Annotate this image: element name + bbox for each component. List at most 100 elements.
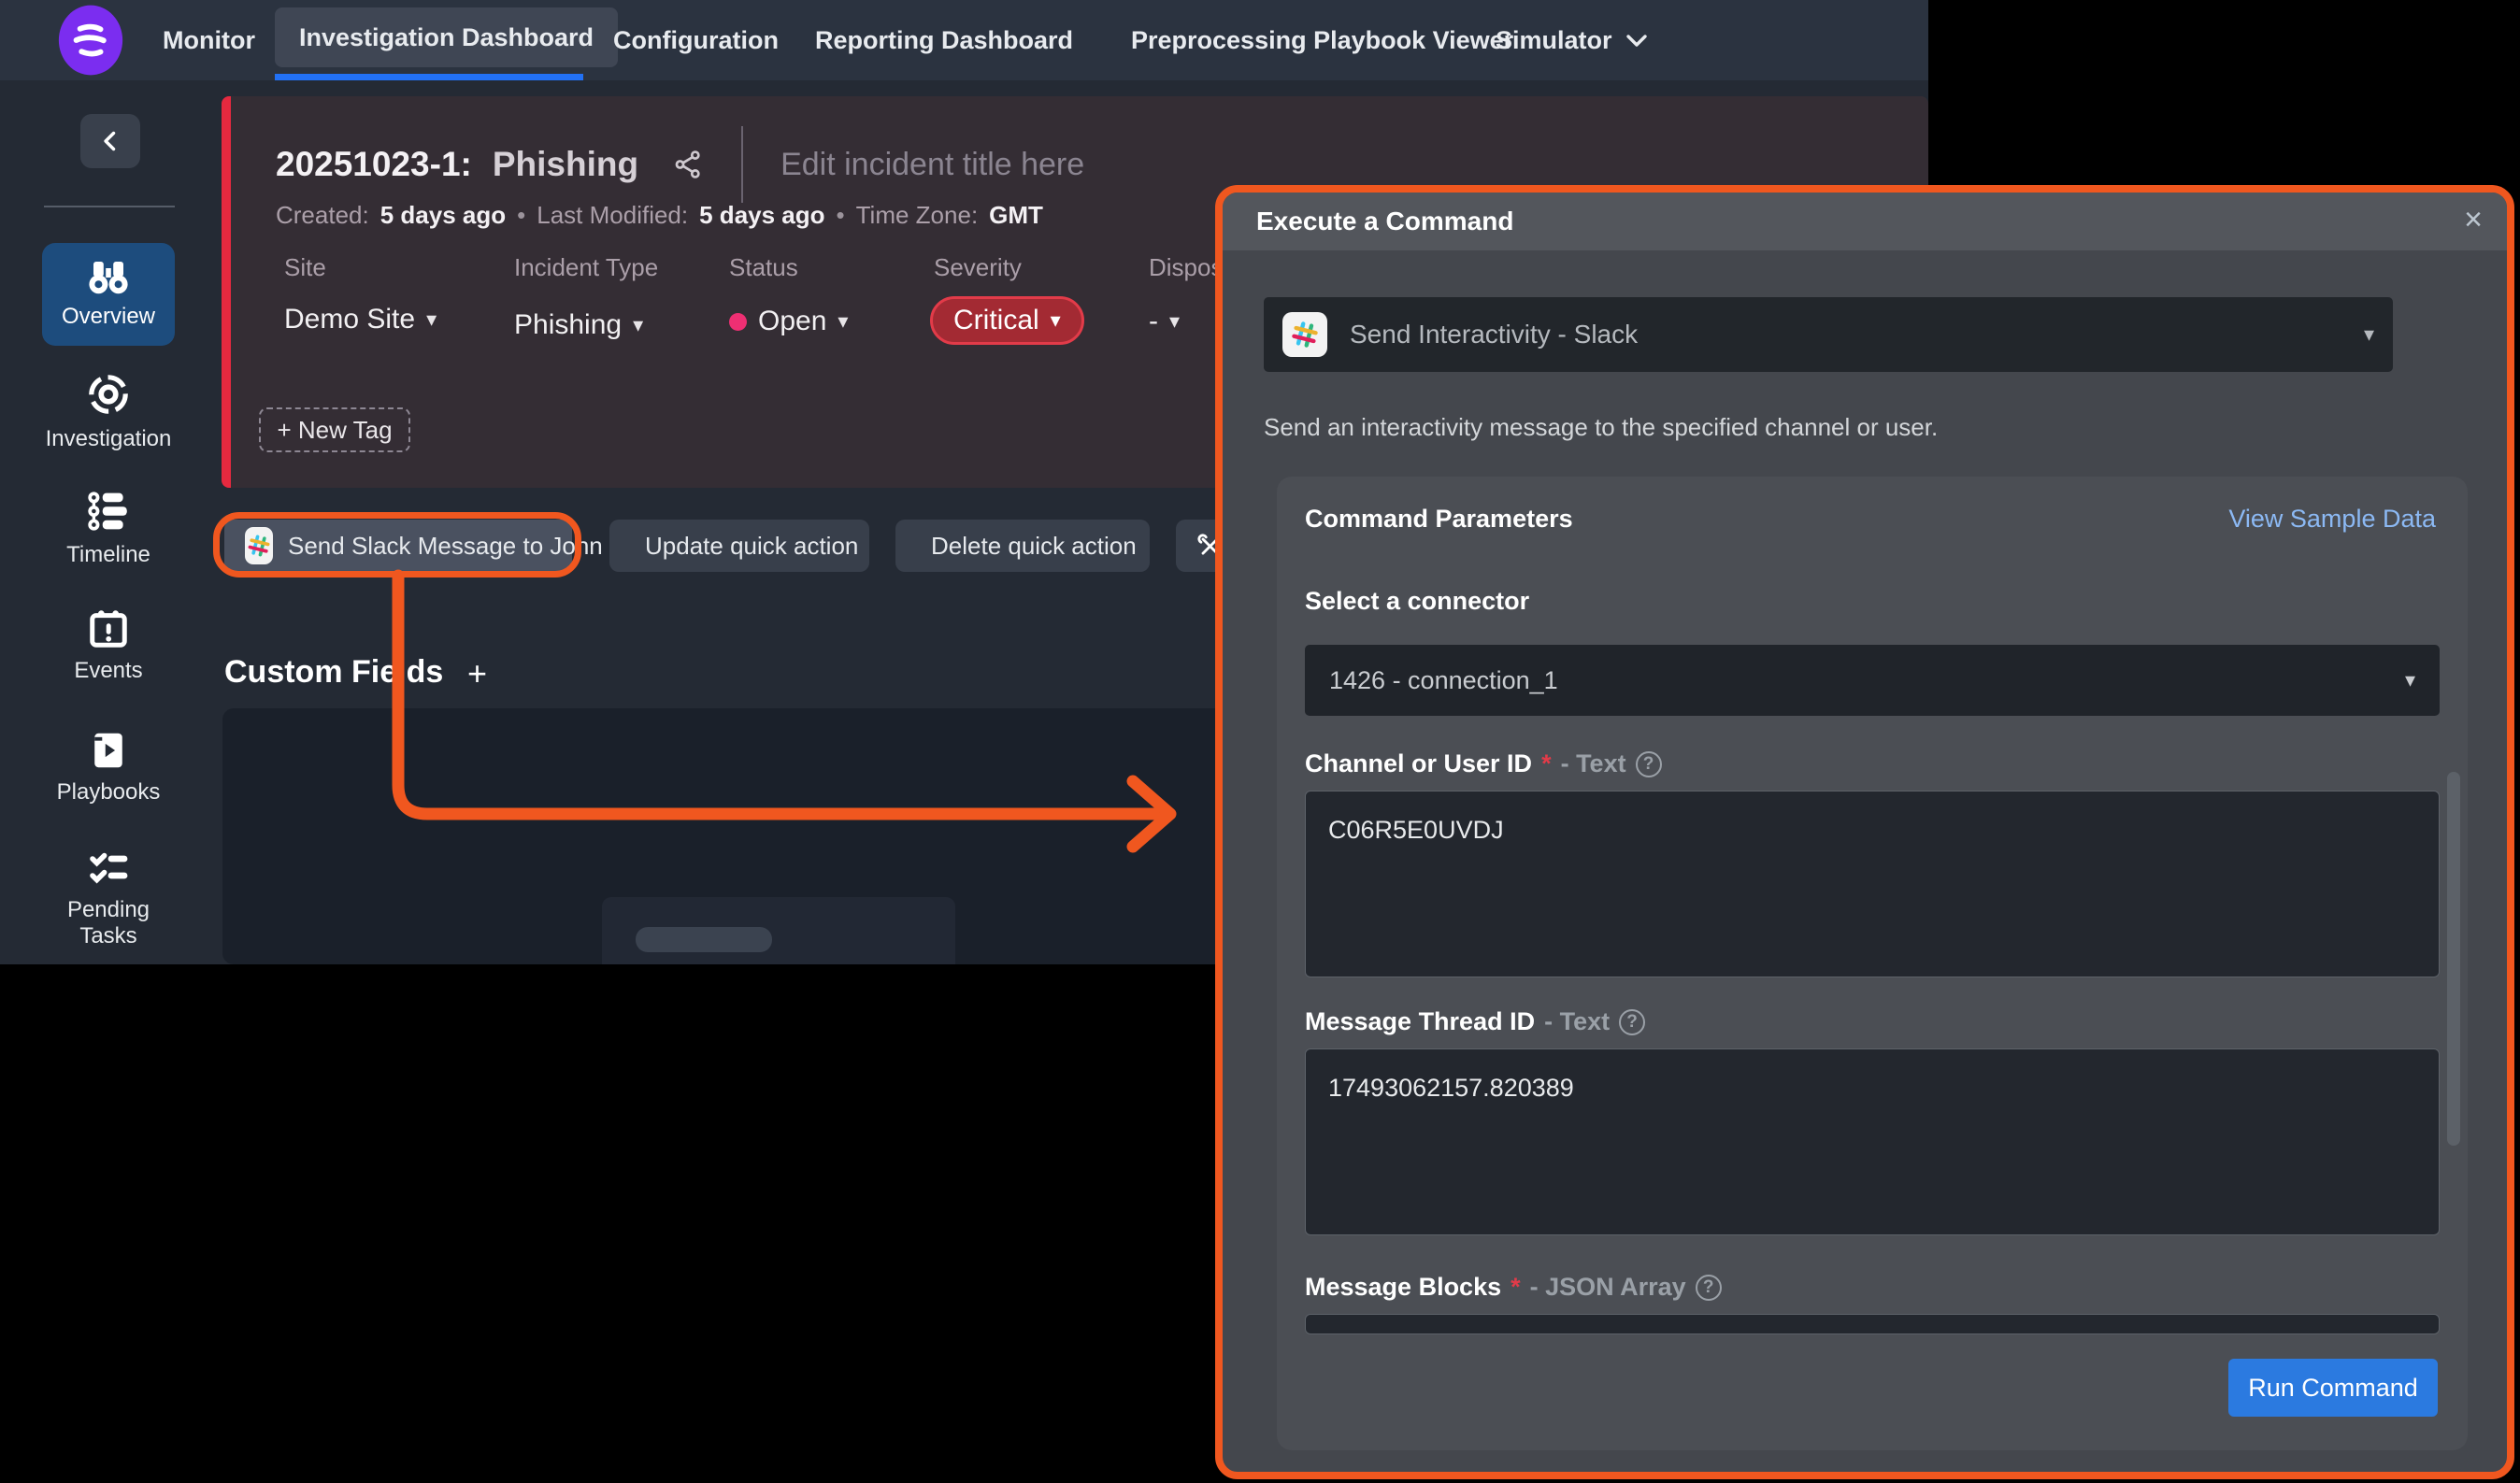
new-tag-button[interactable]: + New Tag: [259, 407, 410, 452]
incident-type-title: Phishing: [493, 145, 638, 184]
created-value: 5 days ago: [380, 201, 506, 230]
bullet-separator: •: [837, 201, 845, 230]
sidebar-item-label: Playbooks: [57, 779, 161, 806]
channel-or-user-id-input[interactable]: C06R5E0UVDJ: [1305, 791, 2440, 977]
app-logo-icon[interactable]: [54, 3, 127, 78]
tab-simulator[interactable]: Simulator: [1496, 0, 1648, 80]
sidebar-divider: [44, 206, 175, 207]
sidebar-item-label: Pending Tasks: [42, 897, 175, 948]
run-command-button[interactable]: Run Command: [2228, 1359, 2438, 1417]
chevron-left-icon: [94, 125, 126, 157]
timeline-icon: [85, 488, 132, 535]
tab-monitor[interactable]: Monitor: [163, 0, 255, 80]
skeleton-pill: [636, 927, 772, 952]
command-select-value: Send Interactivity - Slack: [1350, 320, 2341, 349]
add-custom-field-icon[interactable]: +: [467, 654, 487, 693]
status-open-dot: [729, 313, 747, 331]
incident-type-label: Incident Type: [514, 253, 658, 282]
field-name: Message Thread ID: [1305, 1007, 1535, 1036]
tab-preprocessing-playbook-viewer[interactable]: Preprocessing Playbook Viewer: [1131, 0, 1513, 80]
checklist-icon: [86, 848, 131, 890]
view-sample-data-link[interactable]: View Sample Data: [2228, 505, 2436, 534]
severity-label: Severity: [934, 253, 1022, 282]
help-icon[interactable]: ?: [1636, 751, 1662, 777]
status-label: Status: [729, 253, 798, 282]
quick-action-delete[interactable]: Delete quick action: [895, 520, 1150, 572]
disposition-select[interactable]: - ▾: [1149, 306, 1180, 337]
timezone-label: Time Zone:: [856, 201, 979, 230]
sidebar-item-label: Timeline: [66, 542, 150, 568]
command-select[interactable]: Send Interactivity - Slack ▾: [1264, 297, 2393, 372]
sidebar-item-playbooks[interactable]: Playbooks: [42, 729, 175, 806]
sidebar-item-timeline[interactable]: Timeline: [42, 488, 175, 568]
screenshot-stage: Monitor Investigation Dashboard Configur…: [0, 0, 2520, 1483]
sidebar-collapse-button[interactable]: [80, 114, 140, 168]
modal-header: Execute a Command: [1223, 193, 2507, 250]
sidebar-item-pending-tasks[interactable]: Pending Tasks: [42, 848, 175, 948]
top-nav: Monitor Investigation Dashboard Configur…: [0, 0, 1928, 80]
sidebar-item-label: Investigation: [46, 426, 172, 452]
modal-title: Execute a Command: [1256, 207, 1513, 236]
caret-down-icon: ▾: [2364, 322, 2374, 347]
message-blocks-input[interactable]: [1305, 1314, 2440, 1334]
incident-type-value: Phishing: [514, 309, 622, 341]
incident-title-input[interactable]: [780, 147, 1210, 183]
skeleton-placeholder: [602, 897, 955, 964]
sidebar-item-label: Events: [74, 658, 142, 684]
command-parameters-card: Command Parameters View Sample Data Sele…: [1277, 477, 2468, 1450]
connector-select[interactable]: 1426 - connection_1 ▾: [1305, 645, 2440, 716]
site-select[interactable]: Demo Site ▾: [284, 304, 437, 335]
field-name: Channel or User ID: [1305, 749, 1532, 778]
quick-action-label: Delete quick action: [931, 532, 1137, 561]
command-description: Send an interactivity message to the spe…: [1264, 413, 1938, 442]
custom-fields-title: Custom Fields: [224, 654, 443, 691]
target-icon: [84, 370, 133, 419]
slack-icon: [1282, 312, 1327, 357]
caret-down-icon: ▾: [633, 313, 643, 337]
site-value: Demo Site: [284, 304, 415, 335]
scrollbar-thumb[interactable]: [2447, 772, 2460, 1146]
share-icon[interactable]: [672, 149, 704, 180]
severity-critical-badge: Critical ▾: [930, 296, 1084, 345]
required-asterisk: *: [1511, 1273, 1521, 1302]
created-label: Created:: [276, 201, 369, 230]
caret-down-icon: ▾: [1051, 308, 1061, 333]
connector-label: Select a connector: [1305, 587, 1529, 616]
playbook-icon: [87, 729, 130, 772]
help-icon[interactable]: ?: [1619, 1009, 1645, 1035]
caret-down-icon: ▾: [426, 307, 437, 332]
close-icon[interactable]: ×: [2464, 204, 2483, 235]
incident-type-select[interactable]: Phishing ▾: [514, 309, 643, 341]
severity-value: Critical: [953, 305, 1039, 336]
quick-action-label: Update quick action: [645, 532, 858, 561]
tab-investigation-dashboard[interactable]: Investigation Dashboard: [275, 7, 618, 67]
sidebar-item-overview[interactable]: Overview: [42, 243, 175, 346]
slack-icon: [245, 527, 273, 564]
quick-action-label: Send Slack Message to John: [288, 532, 603, 561]
status-select[interactable]: Open ▾: [729, 306, 848, 337]
field-type: - Text: [1561, 749, 1626, 778]
severity-select[interactable]: Critical ▾: [930, 296, 1084, 345]
tab-configuration[interactable]: Configuration: [613, 0, 779, 80]
field-name: Message Blocks: [1305, 1273, 1501, 1302]
status-value: Open: [758, 306, 826, 337]
calendar-alert-icon: [87, 607, 130, 650]
help-icon[interactable]: ?: [1696, 1275, 1722, 1301]
sidebar-item-events[interactable]: Events: [42, 607, 175, 684]
quick-action-update[interactable]: Update quick action: [609, 520, 869, 572]
connector-value: 1426 - connection_1: [1329, 666, 2405, 695]
parameters-title: Command Parameters: [1305, 505, 1573, 534]
bullet-separator: •: [517, 201, 525, 230]
caret-down-icon: ▾: [2405, 668, 2415, 692]
message-thread-id-input[interactable]: 17493062157.820389: [1305, 1048, 2440, 1235]
disposition-value: -: [1149, 306, 1158, 337]
sidebar-item-investigation[interactable]: Investigation: [42, 370, 175, 452]
field-type: - Text: [1544, 1007, 1610, 1036]
tab-reporting-dashboard[interactable]: Reporting Dashboard: [815, 0, 1073, 80]
caret-down-icon: ▾: [1169, 309, 1180, 334]
modified-value: 5 days ago: [699, 201, 824, 230]
binoculars-icon: [85, 259, 132, 296]
caret-down-icon: ▾: [838, 309, 848, 334]
modified-label: Last Modified:: [537, 201, 688, 230]
quick-action-send-slack-message[interactable]: Send Slack Message to John: [224, 520, 572, 572]
